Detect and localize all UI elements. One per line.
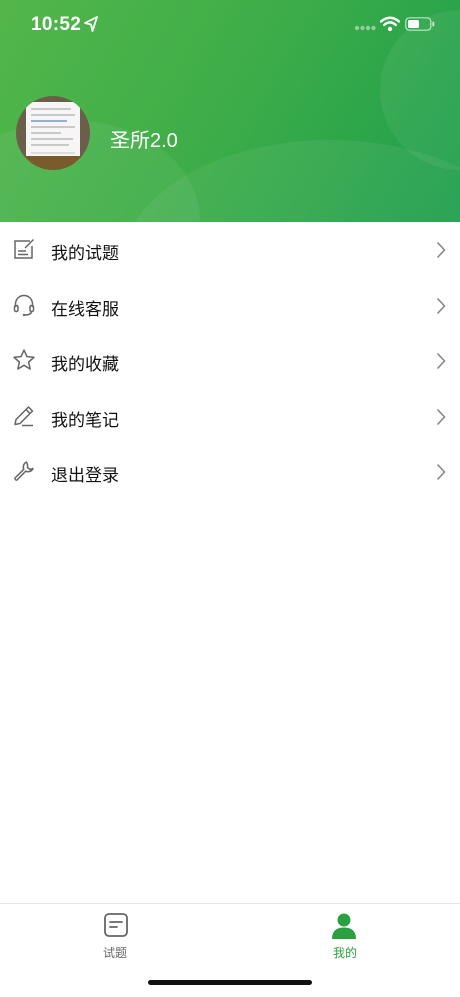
avatar-image-base	[16, 156, 90, 170]
tab-questions[interactable]: 试题	[0, 904, 230, 974]
profile-name[interactable]: 圣所2.0	[110, 124, 178, 153]
headset-icon	[13, 294, 35, 316]
menu-item-my-questions[interactable]: 我的试题	[0, 222, 460, 278]
user-icon	[332, 913, 356, 939]
star-icon	[13, 349, 35, 370]
menu-item-my-favorites[interactable]: 我的收藏	[0, 333, 460, 389]
chevron-right-icon	[436, 352, 446, 370]
profile-header: 10:52 圣所2.0	[0, 0, 460, 222]
wifi-icon	[380, 16, 400, 32]
tab-label: 我的	[332, 946, 357, 960]
chevron-right-icon	[436, 463, 446, 481]
pencil-icon	[14, 405, 34, 426]
chevron-right-icon	[436, 241, 446, 259]
menu-item-label: 我的试题	[51, 244, 119, 263]
tab-label: 试题	[102, 946, 127, 960]
chevron-right-icon	[436, 297, 446, 314]
menu-item-label: 我的笔记	[51, 410, 119, 430]
avatar[interactable]	[16, 96, 90, 170]
chevron-right-icon	[436, 408, 446, 425]
question-list-icon	[104, 913, 128, 937]
menu-item-logout[interactable]: 退出登录	[0, 444, 460, 500]
home-indicator	[148, 980, 312, 985]
cellular-signal-icon	[354, 25, 376, 31]
menu-item-label: 在线客服	[51, 299, 119, 319]
battery-icon	[405, 17, 435, 31]
status-time: 10:52	[31, 14, 82, 35]
menu-item-label: 我的收藏	[51, 355, 119, 374]
menu-item-online-service[interactable]: 在线客服	[0, 278, 460, 334]
edit-doc-icon	[14, 238, 35, 259]
menu-item-label: 退出登录	[51, 466, 119, 485]
menu-list: 我的试题 在线客服 我的收藏 我的笔记 退出登录	[0, 222, 460, 500]
location-arrow-icon	[84, 16, 98, 32]
tab-mine[interactable]: 我的	[230, 904, 460, 974]
menu-item-my-notes[interactable]: 我的笔记	[0, 389, 460, 445]
avatar-image	[26, 102, 80, 162]
wrench-icon	[14, 461, 34, 481]
status-bar: 10:52	[0, 0, 460, 50]
